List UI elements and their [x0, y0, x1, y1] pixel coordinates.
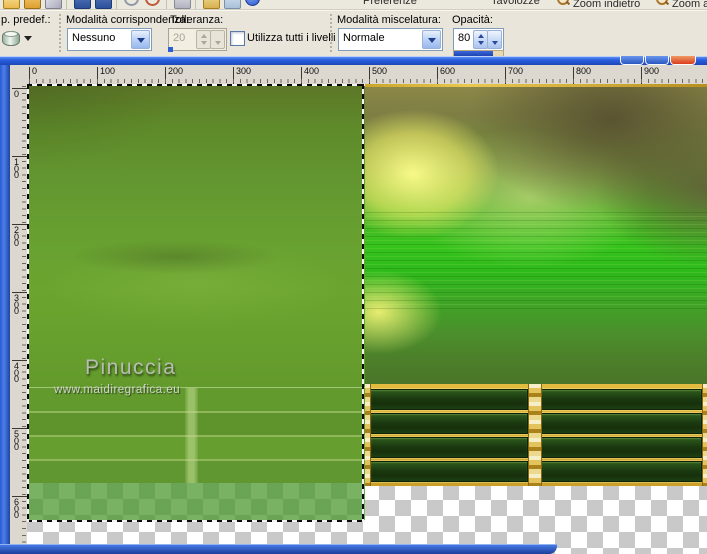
- maximize-button[interactable]: [645, 56, 669, 65]
- eraser-icon[interactable]: [45, 0, 62, 9]
- green-gradient-sky: [27, 84, 365, 387]
- minimize-button[interactable]: [620, 56, 644, 65]
- tool-options-palette: p. predef.: Modalità corrispondenza: Nes…: [0, 10, 707, 57]
- watermark-artist: Pinuccia: [85, 356, 177, 379]
- tolerance-label: Tolleranza:: [170, 14, 224, 26]
- tolerance-slider-handle: [168, 47, 173, 52]
- capture-icon[interactable]: [224, 0, 241, 9]
- new-icon[interactable]: [3, 0, 20, 9]
- selected-green-layer: Pinuccia www.maidiregrafica.eu: [27, 84, 365, 522]
- horizontal-ruler: 0 100 200 300 400 500 600 700 800 900: [27, 65, 707, 85]
- semi-transparent-green-band: [27, 483, 365, 521]
- green-fence: [27, 387, 365, 484]
- window-border-bottom: [0, 544, 557, 554]
- vertical-ruler: 0100200300400500600: [10, 84, 28, 554]
- window-border-left: [0, 65, 10, 554]
- water-streaks: [365, 212, 707, 312]
- chevron-down-icon[interactable]: [487, 30, 502, 49]
- opacity-label: Opacità:: [452, 14, 493, 26]
- presets-dropdown[interactable]: [2, 29, 36, 47]
- print-icon[interactable]: [174, 0, 191, 9]
- gold-post: [365, 384, 371, 486]
- ruler-corner: [10, 65, 28, 85]
- info-icon[interactable]: [245, 0, 260, 6]
- preset-swatch-icon: [2, 31, 20, 46]
- spin-up-down-buttons[interactable]: [473, 30, 488, 49]
- main-toolbar: Preferenze Tavolozze Zoom indietro Zoom ava…: [0, 0, 707, 10]
- opacity-value: 80: [458, 32, 471, 44]
- zoom-out-button[interactable]: Zoom indietro: [557, 0, 640, 9]
- chevron-down-icon[interactable]: [131, 30, 150, 49]
- zoom-out-icon: [557, 0, 569, 5]
- tolerance-spinner[interactable]: 20: [168, 28, 227, 51]
- paint-shop-pro-window: Preferenze Tavolozze Zoom indietro Zoom ava…: [0, 0, 707, 554]
- selection-marching-ants-bottom: [27, 520, 365, 522]
- open-icon[interactable]: [24, 0, 41, 9]
- gold-top-edge: [365, 84, 707, 87]
- browse-icon[interactable]: [203, 0, 220, 9]
- match-mode-value: Nessuno: [72, 32, 116, 44]
- close-button[interactable]: [670, 56, 696, 65]
- blend-mode-dropdown[interactable]: Normale: [338, 28, 443, 51]
- image-canvas[interactable]: Pinuccia www.maidiregrafica.eu: [27, 84, 707, 554]
- zoom-in-icon: [656, 0, 668, 5]
- match-mode-dropdown[interactable]: Nessuno: [67, 28, 152, 51]
- gold-fence: [365, 384, 707, 486]
- opacity-spinner[interactable]: 80: [453, 28, 504, 51]
- presets-label: p. predef.:: [1, 14, 51, 26]
- chevron-down-icon[interactable]: [210, 30, 225, 49]
- undo-icon[interactable]: [124, 0, 139, 6]
- watermark-url: www.maidiregrafica.eu: [54, 384, 181, 396]
- use-all-layers-checkbox[interactable]: [230, 31, 245, 46]
- background-layer-image: [365, 84, 707, 486]
- blend-mode-label: Modalità miscelatura:: [337, 14, 441, 26]
- use-all-layers-label: Utilizza tutti i livelli: [247, 32, 336, 44]
- selection-marching-ants-right: [362, 84, 364, 522]
- blend-mode-value: Normale: [343, 32, 385, 44]
- selection-marching-ants-left: [27, 84, 29, 522]
- redo-icon[interactable]: [145, 0, 160, 6]
- zoom-in-button[interactable]: Zoom avanti: [656, 0, 707, 9]
- gold-post: [702, 384, 707, 486]
- chevron-down-icon: [24, 36, 32, 41]
- green-fence-post: [185, 388, 198, 484]
- save-all-icon[interactable]: [95, 0, 112, 9]
- toolbar-separator: [59, 14, 61, 52]
- preferences-button[interactable]: Preferenze: [363, 0, 417, 9]
- spin-up-down-buttons[interactable]: [196, 30, 211, 49]
- document-titlebar: [0, 56, 707, 65]
- save-icon[interactable]: [74, 0, 91, 9]
- chevron-down-icon[interactable]: [422, 30, 441, 49]
- palettes-button[interactable]: Tavolozze: [491, 0, 540, 9]
- gold-post: [528, 384, 542, 486]
- selection-marching-ants-top: [27, 84, 365, 86]
- tolerance-value: 20: [173, 32, 186, 44]
- toolbar-separator: [330, 14, 332, 52]
